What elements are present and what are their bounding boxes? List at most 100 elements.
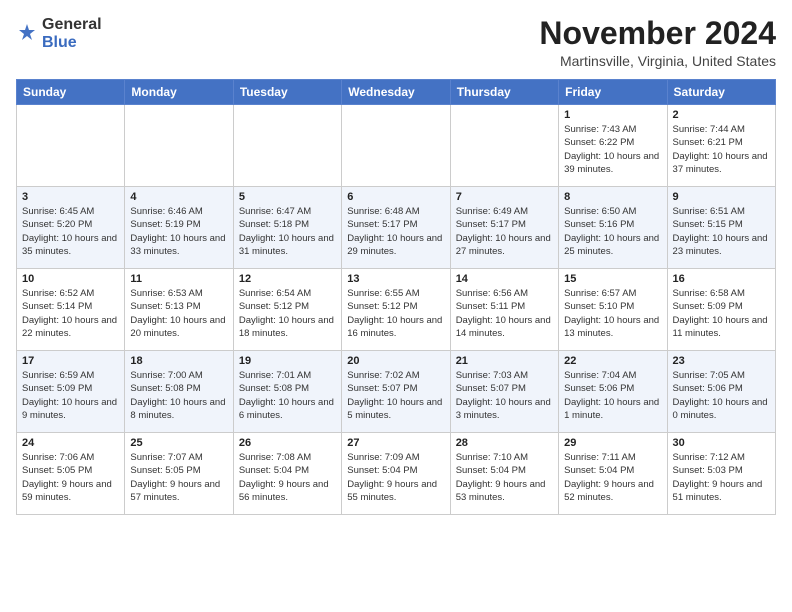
calendar-day-cell: 1Sunrise: 7:43 AMSunset: 6:22 PMDaylight… [559, 105, 667, 187]
day-info: Sunrise: 6:56 AMSunset: 5:11 PMDaylight:… [456, 287, 553, 340]
day-number: 24 [22, 437, 119, 449]
day-number: 13 [347, 273, 444, 285]
weekday-header: Wednesday [342, 80, 450, 105]
calendar-day-cell: 5 Sunrise: 6:47 AMSunset: 5:18 PMDaylight… [233, 187, 341, 269]
header-right: November 2024 Martinsville, Virginia, Un… [539, 16, 776, 69]
calendar-day-cell [450, 105, 558, 187]
day-number: 12 [239, 273, 336, 285]
day-number: 8 [564, 191, 661, 203]
day-info: Sunrise: 6:48 AMSunset: 5:17 PMDaylight:… [347, 205, 444, 258]
day-number: 1 [564, 109, 661, 121]
calendar-week-row: 1Sunrise: 7:43 AMSunset: 6:22 PMDaylight… [17, 105, 776, 187]
calendar-day-cell: 12 Sunrise: 6:54 AMSunset: 5:12 PMDayligh… [233, 269, 341, 351]
day-number: 15 [564, 273, 661, 285]
weekday-header: Tuesday [233, 80, 341, 105]
calendar-day-cell: 30 Sunrise: 7:12 AMSunset: 5:03 PMDayligh… [667, 433, 775, 515]
day-number: 19 [239, 355, 336, 367]
day-number: 10 [22, 273, 119, 285]
logo-icon [16, 23, 38, 45]
day-info: Sunrise: 6:54 AMSunset: 5:12 PMDaylight:… [239, 287, 336, 340]
calendar-day-cell: 8Sunrise: 6:50 AMSunset: 5:16 PMDaylight… [559, 187, 667, 269]
calendar-day-cell: 23 Sunrise: 7:05 AMSunset: 5:06 PMDayligh… [667, 351, 775, 433]
day-info: Sunrise: 7:04 AMSunset: 5:06 PMDaylight:… [564, 369, 661, 422]
calendar-week-row: 3 Sunrise: 6:45 AMSunset: 5:20 PMDaylight… [17, 187, 776, 269]
header: General Blue November 2024 Martinsville,… [16, 16, 776, 69]
logo-general-text: General [42, 16, 102, 33]
calendar-day-cell [233, 105, 341, 187]
day-number: 27 [347, 437, 444, 449]
day-info: Sunrise: 7:00 AMSunset: 5:08 PMDaylight:… [130, 369, 227, 422]
logo: General Blue [16, 16, 102, 52]
calendar-day-cell: 15 Sunrise: 6:57 AMSunset: 5:10 PMDayligh… [559, 269, 667, 351]
page: General Blue November 2024 Martinsville,… [0, 0, 792, 612]
day-number: 6 [347, 191, 444, 203]
day-info: Sunrise: 6:57 AMSunset: 5:10 PMDaylight:… [564, 287, 661, 340]
day-info: Sunrise: 6:53 AMSunset: 5:13 PMDaylight:… [130, 287, 227, 340]
day-info: Sunrise: 6:52 AMSunset: 5:14 PMDaylight:… [22, 287, 119, 340]
day-number: 17 [22, 355, 119, 367]
calendar-week-row: 10 Sunrise: 6:52 AMSunset: 5:14 PMDayligh… [17, 269, 776, 351]
calendar-day-cell: 20 Sunrise: 7:02 AMSunset: 5:07 PMDayligh… [342, 351, 450, 433]
day-info: Sunrise: 7:08 AMSunset: 5:04 PMDaylight:… [239, 451, 336, 504]
calendar-header-row: SundayMondayTuesdayWednesdayThursdayFrid… [17, 80, 776, 105]
weekday-header: Thursday [450, 80, 558, 105]
calendar-day-cell: 17Sunrise: 6:59 AMSunset: 5:09 PMDayligh… [17, 351, 125, 433]
weekday-header: Saturday [667, 80, 775, 105]
day-info: Sunrise: 7:10 AMSunset: 5:04 PMDaylight:… [456, 451, 553, 504]
calendar-day-cell: 29Sunrise: 7:11 AMSunset: 5:04 PMDayligh… [559, 433, 667, 515]
calendar-day-cell: 19 Sunrise: 7:01 AMSunset: 5:08 PMDayligh… [233, 351, 341, 433]
calendar-day-cell: 7 Sunrise: 6:49 AMSunset: 5:17 PMDaylight… [450, 187, 558, 269]
day-number: 5 [239, 191, 336, 203]
day-number: 20 [347, 355, 444, 367]
day-number: 4 [130, 191, 227, 203]
calendar-week-row: 24 Sunrise: 7:06 AMSunset: 5:05 PMDayligh… [17, 433, 776, 515]
weekday-header: Sunday [17, 80, 125, 105]
day-info: Sunrise: 6:46 AMSunset: 5:19 PMDaylight:… [130, 205, 227, 258]
weekday-header: Monday [125, 80, 233, 105]
day-info: Sunrise: 6:45 AMSunset: 5:20 PMDaylight:… [22, 205, 119, 258]
day-number: 11 [130, 273, 227, 285]
calendar-day-cell: 16Sunrise: 6:58 AMSunset: 5:09 PMDayligh… [667, 269, 775, 351]
month-title: November 2024 [539, 16, 776, 51]
day-info: Sunrise: 6:49 AMSunset: 5:17 PMDaylight:… [456, 205, 553, 258]
day-info: Sunrise: 7:05 AMSunset: 5:06 PMDaylight:… [673, 369, 770, 422]
weekday-header: Friday [559, 80, 667, 105]
day-info: Sunrise: 7:01 AMSunset: 5:08 PMDaylight:… [239, 369, 336, 422]
calendar-day-cell: 4 Sunrise: 6:46 AMSunset: 5:19 PMDaylight… [125, 187, 233, 269]
calendar-day-cell [342, 105, 450, 187]
calendar-day-cell: 6 Sunrise: 6:48 AMSunset: 5:17 PMDaylight… [342, 187, 450, 269]
calendar-day-cell: 14Sunrise: 6:56 AMSunset: 5:11 PMDayligh… [450, 269, 558, 351]
calendar-day-cell: 13 Sunrise: 6:55 AMSunset: 5:12 PMDayligh… [342, 269, 450, 351]
calendar-day-cell: 25Sunrise: 7:07 AMSunset: 5:05 PMDayligh… [125, 433, 233, 515]
day-info: Sunrise: 7:03 AMSunset: 5:07 PMDaylight:… [456, 369, 553, 422]
calendar-day-cell: 27 Sunrise: 7:09 AMSunset: 5:04 PMDayligh… [342, 433, 450, 515]
day-number: 7 [456, 191, 553, 203]
logo-blue-text: Blue [42, 34, 77, 51]
day-number: 28 [456, 437, 553, 449]
day-number: 9 [673, 191, 770, 203]
day-number: 2 [673, 109, 770, 121]
day-info: Sunrise: 7:12 AMSunset: 5:03 PMDaylight:… [673, 451, 770, 504]
calendar-day-cell: 21 Sunrise: 7:03 AMSunset: 5:07 PMDayligh… [450, 351, 558, 433]
day-info: Sunrise: 7:07 AMSunset: 5:05 PMDaylight:… [130, 451, 227, 504]
day-info: Sunrise: 7:02 AMSunset: 5:07 PMDaylight:… [347, 369, 444, 422]
day-number: 21 [456, 355, 553, 367]
day-info: Sunrise: 7:06 AMSunset: 5:05 PMDaylight:… [22, 451, 119, 504]
day-info: Sunrise: 7:11 AMSunset: 5:04 PMDaylight:… [564, 451, 661, 504]
calendar-day-cell [125, 105, 233, 187]
location-subtitle: Martinsville, Virginia, United States [539, 53, 776, 69]
calendar-day-cell [17, 105, 125, 187]
day-info: Sunrise: 6:55 AMSunset: 5:12 PMDaylight:… [347, 287, 444, 340]
day-info: Sunrise: 7:09 AMSunset: 5:04 PMDaylight:… [347, 451, 444, 504]
day-number: 30 [673, 437, 770, 449]
day-number: 23 [673, 355, 770, 367]
calendar-day-cell: 18Sunrise: 7:00 AMSunset: 5:08 PMDayligh… [125, 351, 233, 433]
day-number: 3 [22, 191, 119, 203]
day-info: Sunrise: 6:58 AMSunset: 5:09 PMDaylight:… [673, 287, 770, 340]
calendar-week-row: 17Sunrise: 6:59 AMSunset: 5:09 PMDayligh… [17, 351, 776, 433]
day-info: Sunrise: 6:47 AMSunset: 5:18 PMDaylight:… [239, 205, 336, 258]
calendar-day-cell: 28 Sunrise: 7:10 AMSunset: 5:04 PMDayligh… [450, 433, 558, 515]
calendar-table: SundayMondayTuesdayWednesdayThursdayFrid… [16, 79, 776, 515]
day-number: 22 [564, 355, 661, 367]
calendar-day-cell: 3 Sunrise: 6:45 AMSunset: 5:20 PMDaylight… [17, 187, 125, 269]
